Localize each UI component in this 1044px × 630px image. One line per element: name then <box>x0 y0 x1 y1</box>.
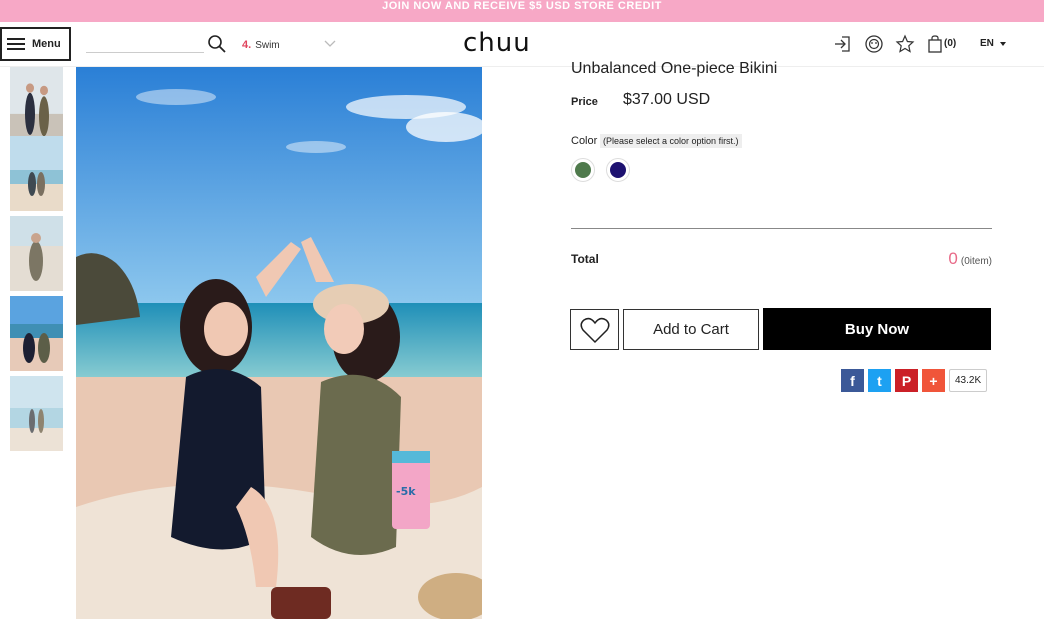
search-icon[interactable] <box>207 34 227 54</box>
bag-icon[interactable] <box>925 34 945 54</box>
cart-count[interactable]: (0) <box>944 38 956 49</box>
category-selector[interactable]: 4. Swim <box>242 39 280 51</box>
chevron-down-icon[interactable] <box>324 40 336 48</box>
product-thumbnail[interactable] <box>10 376 63 451</box>
language-label: EN <box>980 38 994 49</box>
color-hint: (Please select a color option first.) <box>600 134 742 148</box>
product-thumbnail[interactable] <box>10 296 63 371</box>
promo-banner[interactable]: JOIN NOW AND RECEIVE $5 USD STORE CREDIT <box>0 0 1044 22</box>
category-name: Swim <box>255 40 280 51</box>
twitter-share-icon[interactable]: t <box>868 369 891 392</box>
star-icon[interactable] <box>895 34 915 54</box>
menu-icon <box>7 38 25 50</box>
menu-button[interactable]: Menu <box>0 27 71 61</box>
color-swatch-navy[interactable] <box>606 158 630 182</box>
heart-icon <box>580 317 609 343</box>
share-count: 43.2K <box>949 369 988 392</box>
pinterest-share-icon[interactable]: P <box>895 369 918 392</box>
buy-now-button[interactable]: Buy Now <box>763 308 991 350</box>
wishlist-button[interactable] <box>570 309 619 350</box>
total-count: 0 <box>948 249 958 268</box>
product-thumbnail[interactable] <box>10 216 63 291</box>
price-value: $37.00 USD <box>623 91 711 108</box>
promo-text: JOIN NOW AND RECEIVE $5 USD STORE CREDIT <box>382 0 662 12</box>
color-label: Color <box>571 135 598 147</box>
svg-text:-5k: -5k <box>396 485 416 498</box>
category-number: 4. <box>242 39 252 51</box>
site-logo[interactable]: chuu <box>463 28 531 58</box>
menu-label: Menu <box>32 38 61 50</box>
divider <box>571 228 992 229</box>
total-value: 0 (0item) <box>948 249 992 269</box>
total-label: Total <box>571 252 599 266</box>
facebook-share-icon[interactable]: f <box>841 369 864 392</box>
search-input[interactable] <box>86 52 204 53</box>
login-icon[interactable] <box>832 34 852 54</box>
product-thumbnail[interactable] <box>10 136 63 211</box>
price-label: Price <box>571 96 598 108</box>
more-share-icon[interactable]: + <box>922 369 945 392</box>
site-header: Menu 4. Swim chuu (0) EN <box>0 22 1044 67</box>
color-swatch-green[interactable] <box>571 158 595 182</box>
add-to-cart-button[interactable]: Add to Cart <box>623 309 759 350</box>
chat-icon[interactable] <box>864 34 884 54</box>
total-unit: (0item) <box>960 256 992 267</box>
product-title: Unbalanced One-piece Bikini <box>571 60 778 77</box>
product-thumbnail[interactable] <box>10 67 63 142</box>
caret-down-icon <box>999 41 1006 46</box>
language-selector[interactable]: EN <box>980 38 1006 49</box>
product-main-image[interactable]: -5k <box>76 67 482 619</box>
